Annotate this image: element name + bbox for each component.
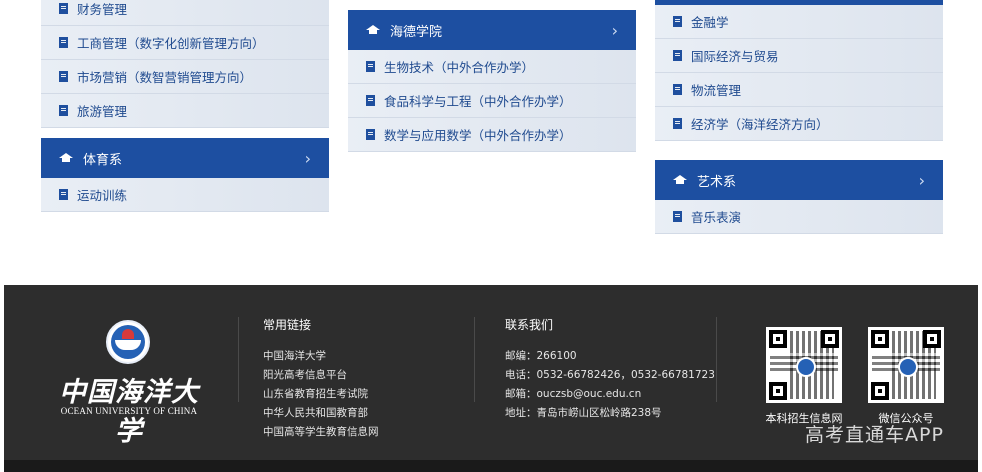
document-icon [366,61,375,72]
major-label: 国际经济与贸易 [691,49,779,64]
major-item[interactable]: 运动训练 [41,178,329,212]
major-item[interactable]: 金融学 [655,5,943,39]
divider [474,317,475,402]
major-item[interactable]: 经济学（海洋经济方向） [655,107,943,141]
major-item[interactable]: 生物技术（中外合作办学） [348,50,636,84]
document-icon [366,129,375,140]
major-label: 财务管理 [77,2,128,17]
major-label: 运动训练 [77,188,128,203]
contact-address: 地址：青岛市崂山区松岭路238号 [505,407,662,419]
document-icon [59,3,68,14]
major-label: 食品科学与工程（中外合作办学） [384,94,572,109]
divider [238,317,239,402]
major-item[interactable]: 食品科学与工程（中外合作办学） [348,84,636,118]
chevron-right-icon: › [611,21,618,40]
major-label: 数学与应用数学（中外合作办学） [384,128,572,143]
column-1: 财务管理 工商管理（数字化创新管理方向） 市场营销（数智营销管理方向） 旅游管理… [41,0,329,212]
document-icon [59,189,68,200]
major-label: 金融学 [691,15,729,30]
document-icon [673,50,682,61]
major-item[interactable]: 市场营销（数智营销管理方向） [41,60,329,94]
qr-code-admissions [766,327,842,403]
department-title: 海德学院 [390,24,443,40]
major-item[interactable]: 旅游管理 [41,94,329,128]
major-item[interactable]: 数学与应用数学（中外合作办学） [348,118,636,152]
major-label: 市场营销（数智营销管理方向） [77,70,253,85]
divider [716,317,717,402]
qr-code-wechat [868,327,944,403]
document-icon [673,118,682,129]
footer-link[interactable]: 中国高等学生教育信息网 [263,423,379,442]
major-label: 工商管理（数字化创新管理方向） [77,36,265,51]
chevron-right-icon: › [918,171,925,190]
contact-phone: 电话：0532-66782426，0532-66781723 [505,369,715,381]
major-label: 生物技术（中外合作办学） [384,60,535,75]
major-item[interactable]: 物流管理 [655,73,943,107]
column-3: 金融学 国际经济与贸易 物流管理 经济学（海洋经济方向） 艺术系 › 音乐表演 [655,0,943,234]
major-item[interactable]: 音乐表演 [655,200,943,234]
emblem-icon [898,357,918,377]
department-header-sports[interactable]: 体育系 › [41,138,329,178]
emblem-icon [796,357,816,377]
column-2: 海德学院 › 生物技术（中外合作办学） 食品科学与工程（中外合作办学） 数学与应… [348,10,636,152]
major-item[interactable]: 工商管理（数字化创新管理方向） [41,26,329,60]
footer-link[interactable]: 中国海洋大学 [263,347,379,366]
contact-email[interactable]: 邮箱：ouczsb@ouc.edu.cn [505,385,715,404]
major-label: 物流管理 [691,83,742,98]
document-icon [673,84,682,95]
footer-link[interactable]: 阳光高考信息平台 [263,366,379,385]
department-header-haide[interactable]: 海德学院 › [348,10,636,50]
graduation-cap-icon [366,25,380,35]
document-icon [59,37,68,48]
major-label: 音乐表演 [691,210,742,225]
document-icon [59,105,68,116]
major-item[interactable]: 国际经济与贸易 [655,39,943,73]
footer-bottom-bar [4,460,978,472]
contact-postcode: 邮编：266100 [505,350,577,362]
links-section: 常用链接 中国海洋大学 阳光高考信息平台 山东省教育招生考试院 中华人民共和国教… [263,316,379,442]
contact-section: 联系我们 邮编：266100 电话：0532-66782426，0532-667… [505,316,715,423]
document-icon [673,211,682,222]
logo-english-name: OCEAN UNIVERSITY OF CHINA [60,406,198,416]
chevron-right-icon: › [304,149,311,168]
footer-link[interactable]: 山东省教育招生考试院 [263,385,379,404]
major-item[interactable]: 财务管理 [41,0,329,26]
document-icon [59,71,68,82]
department-title: 体育系 [83,152,123,168]
document-icon [673,16,682,27]
department-header-art[interactable]: 艺术系 › [655,160,943,200]
graduation-cap-icon [59,153,73,163]
contact-title: 联系我们 [505,318,554,332]
footer-link[interactable]: 中华人民共和国教育部 [263,404,379,423]
major-list-business: 财务管理 工商管理（数字化创新管理方向） 市场营销（数智营销管理方向） 旅游管理 [41,0,329,128]
university-emblem-icon [106,320,150,364]
links-title: 常用链接 [263,318,312,332]
document-icon [366,95,375,106]
graduation-cap-icon [673,175,687,185]
watermark-text: 高考直通车APP [805,424,944,446]
major-label: 旅游管理 [77,104,128,119]
major-label: 经济学（海洋经济方向） [691,117,829,132]
department-title: 艺术系 [697,174,737,190]
university-logo[interactable]: 中国海洋大学 OCEAN UNIVERSITY OF CHINA [54,318,204,447]
